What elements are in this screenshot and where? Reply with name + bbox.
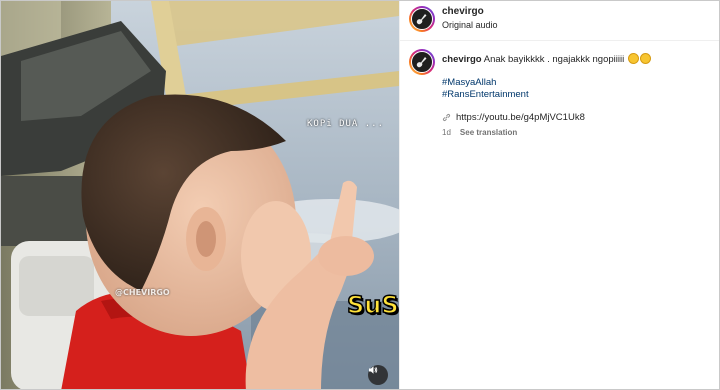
hashtag-masyaallah[interactable]: #MasyaAllah <box>442 77 496 88</box>
guitar-logo-icon <box>416 14 427 25</box>
caption-line: chevirgo Anak bayikkkk . ngajakkk ngopii… <box>442 53 651 66</box>
header-avatar[interactable] <box>409 6 435 32</box>
caption-avatar[interactable] <box>409 49 435 75</box>
caption-meta: 1d See translation <box>442 128 517 137</box>
video-watermark: @CHEVIRGO <box>115 288 170 297</box>
post-dialog: KOPi DUA ... @CHEVIRGO SuS, chevirgo Ori… <box>0 0 720 390</box>
see-translation-link[interactable]: See translation <box>460 128 517 137</box>
post-header: chevirgo Original audio <box>400 1 719 41</box>
audio-toggle-button[interactable] <box>368 365 388 385</box>
caption-username[interactable]: chevirgo <box>442 54 482 65</box>
youtube-link[interactable]: https://youtu.be/g4pMjVC1Uk8 <box>456 112 585 123</box>
video-subtitle: SuS, <box>346 290 399 320</box>
caption-link-row: https://youtu.be/g4pMjVC1Uk8 <box>442 112 585 123</box>
guitar-logo-icon <box>416 57 427 68</box>
post-details-panel: chevirgo Original audio chevirgo Anak ba… <box>399 1 719 389</box>
grinning-sweat-emoji <box>627 53 639 64</box>
hashtag-ransentertainment[interactable]: #RansEntertainment <box>442 89 529 100</box>
header-username[interactable]: chevirgo <box>442 6 484 17</box>
grinning-sweat-emoji <box>639 53 651 64</box>
link-icon <box>442 113 451 122</box>
video-caption-top: KOPi DUA ... <box>307 119 385 129</box>
caption-text: Anak bayikkkk . ngajakkk ngopiiiii <box>483 54 625 66</box>
post-age: 1d <box>442 128 451 137</box>
video-player[interactable]: KOPi DUA ... @CHEVIRGO SuS, <box>1 1 399 389</box>
audio-label[interactable]: Original audio <box>442 20 498 30</box>
video-frame <box>1 1 399 389</box>
speaker-icon <box>369 366 378 374</box>
